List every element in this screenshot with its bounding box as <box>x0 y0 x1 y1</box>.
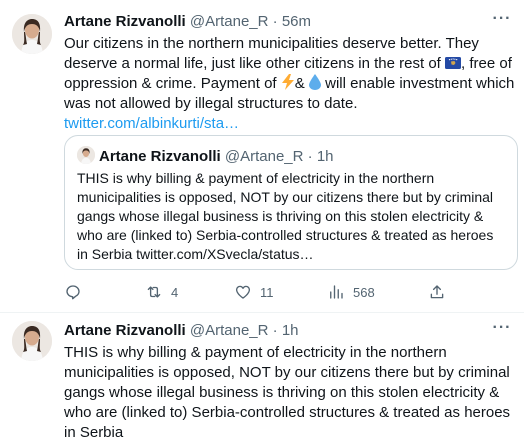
views-count: 568 <box>353 284 375 300</box>
tweet[interactable]: Artane Rizvanolli @Artane_R · 1h ··· THI… <box>0 313 524 441</box>
heart-icon <box>235 285 251 299</box>
quote-header: Artane Rizvanolli @Artane_R · 1h <box>77 146 334 167</box>
reply-icon <box>66 285 80 300</box>
tweet-header: Artane Rizvanolli @Artane_R · 1h <box>64 321 299 341</box>
avatar <box>77 146 95 164</box>
tweet-link[interactable]: twitter.com/albinkurti/sta… <box>64 114 518 134</box>
kosovo-flag-emoji <box>445 56 462 71</box>
more-icon[interactable]: ··· <box>490 320 514 341</box>
text-part: & <box>294 75 309 92</box>
tweet-header: Artane Rizvanolli @Artane_R · 56m <box>64 12 311 32</box>
quoted-tweet[interactable]: Artane Rizvanolli @Artane_R · 1h THIS is… <box>64 135 518 270</box>
like-count: 11 <box>260 284 274 300</box>
action-bar: 4 11 568 <box>64 282 504 302</box>
timestamp[interactable]: 1h <box>282 322 299 339</box>
retweet-button[interactable]: 4 <box>145 282 178 302</box>
timestamp[interactable]: 56m <box>282 13 311 30</box>
tweet-text: Our citizens in the northern municipalit… <box>64 34 518 134</box>
author-name[interactable]: Artane Rizvanolli <box>64 13 186 30</box>
author-name: Artane Rizvanolli <box>99 148 221 165</box>
avatar[interactable] <box>12 14 52 54</box>
avatar[interactable] <box>12 321 52 361</box>
views-button[interactable]: 568 <box>327 282 375 302</box>
views-icon <box>330 285 343 299</box>
author-handle[interactable]: @Artane_R <box>190 322 269 339</box>
timestamp: 1h <box>316 148 334 165</box>
lightning-emoji <box>281 74 295 92</box>
separator: · <box>307 148 313 165</box>
retweet-count: 4 <box>171 284 179 300</box>
share-icon <box>430 285 444 299</box>
retweet-icon <box>147 286 161 298</box>
tweet-text: THIS is why billing & payment of electri… <box>64 344 511 441</box>
droplet-emoji <box>308 74 321 92</box>
author-handle: @Artane_R <box>224 148 304 165</box>
author-name[interactable]: Artane Rizvanolli <box>64 322 186 339</box>
share-button[interactable] <box>428 282 454 302</box>
quote-text: THIS is why billing & payment of electri… <box>77 170 494 262</box>
like-button[interactable]: 11 <box>234 282 274 302</box>
reply-button[interactable] <box>64 282 90 302</box>
separator: · <box>272 13 278 30</box>
more-icon[interactable]: ··· <box>490 11 514 32</box>
text-part: Our citizens in the northern municipalit… <box>64 35 479 72</box>
tweet[interactable]: Artane Rizvanolli @Artane_R · 56m ··· Ou… <box>0 0 524 313</box>
author-handle[interactable]: @Artane_R <box>190 13 269 30</box>
separator: · <box>272 322 278 339</box>
